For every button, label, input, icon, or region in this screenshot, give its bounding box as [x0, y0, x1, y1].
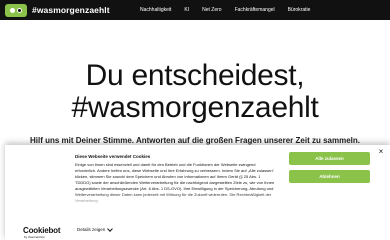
cookie-consent-banner: Diese Webseite verwendet Cookies Einige …	[5, 145, 390, 240]
hero-heading: Du entscheidest, #wasmorgenzaehlt	[0, 60, 390, 124]
details-toggle[interactable]: Details zeigen	[77, 225, 114, 232]
nav-item-ki[interactable]: KI	[184, 7, 189, 13]
hero-line-1: Du entscheidest,	[85, 59, 305, 92]
details-label: Details zeigen	[77, 227, 106, 232]
cookie-text-fade	[75, 193, 275, 207]
cookiebot-logo-subtext: by Usercentrics	[24, 235, 45, 239]
allow-all-button[interactable]: Alle zulassen	[289, 152, 370, 165]
chevron-down-icon	[107, 225, 114, 232]
cookie-title: Diese Webseite verwendet Cookies	[75, 154, 151, 159]
cookiebot-logo-text: Cookiebot	[23, 226, 61, 235]
logo-toggle-icon	[5, 3, 27, 17]
site-logo[interactable]: #wasmorgenzaehlt	[5, 3, 110, 17]
deny-button[interactable]: Ablehnen	[289, 170, 370, 183]
nav-item-fachkraeftemangel[interactable]: Fachkräftemangel	[235, 7, 275, 13]
close-icon[interactable]: ×	[377, 148, 385, 156]
nav-item-nachhaltigkeit[interactable]: Nachhaltigkeit	[140, 7, 171, 13]
hero-subline: Hilf uns mit Deiner Stimme. Antworten au…	[30, 136, 360, 145]
cookiebot-logo[interactable]: Cookiebot by Usercentrics	[23, 226, 61, 240]
logo-text: #wasmorgenzaehlt	[32, 5, 110, 15]
main-nav: Nachhaltigkeit KI Net Zero Fachkräfteman…	[140, 0, 323, 20]
top-navigation-bar: #wasmorgenzaehlt Nachhaltigkeit KI Net Z…	[0, 0, 390, 20]
hero-line-2: #wasmorgenzaehlt	[71, 91, 319, 124]
nav-item-net-zero[interactable]: Net Zero	[202, 7, 221, 13]
nav-item-buerokratie[interactable]: Bürokratie	[288, 7, 311, 13]
